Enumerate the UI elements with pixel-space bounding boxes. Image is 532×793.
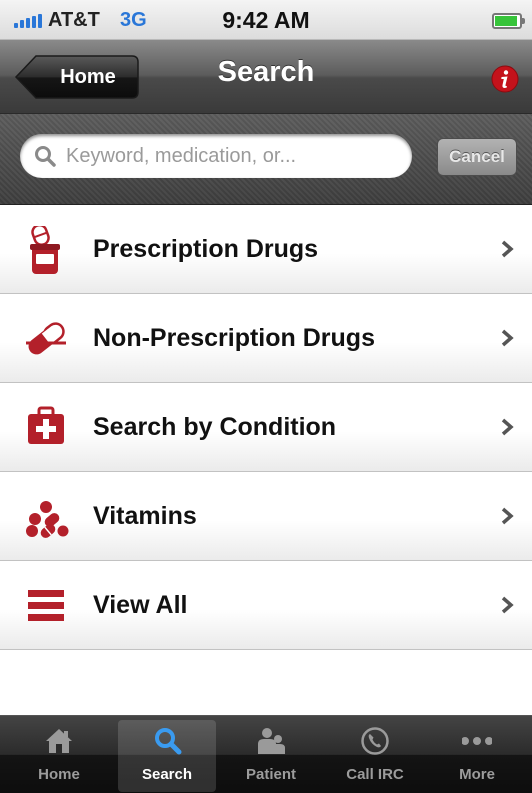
menu-item-label: Search by Condition [93,413,337,441]
tab-label: More [459,766,495,783]
cancel-button[interactable]: Cancel [437,138,517,176]
status-time: 9:42 AM [222,7,310,33]
chevron-right-icon [501,596,514,614]
menu-item-view-all[interactable]: View All [0,561,532,650]
menu-item-vitamins[interactable]: Vitamins [0,472,532,561]
tab-patient[interactable]: Patient [222,720,320,792]
navigation-bar: Home Search [0,40,532,114]
vitamins-icon [22,493,70,541]
chevron-right-icon [501,329,514,347]
menu-item-non-prescription-drugs[interactable]: Non-Prescription Drugs [0,294,532,383]
search-input[interactable] [66,139,402,173]
menu-item-label: View All [93,591,188,619]
page-title: Search [217,56,315,88]
list-icon [22,582,70,630]
tab-home[interactable]: Home [10,720,108,792]
first-aid-kit-icon [22,404,70,452]
pill-bottle-icon [22,223,70,274]
tab-search[interactable]: Search [118,720,216,792]
tab-label: Home [38,766,80,783]
capsule-icon [22,315,70,363]
tab-label: Call IRC [346,766,404,783]
tab-label: Patient [245,766,296,783]
info-icon[interactable] [490,64,520,94]
menu-item-label: Prescription Drugs [93,235,319,263]
more-dots-icon [462,737,492,745]
tab-label: Search [141,766,193,783]
tab-bar: Home Search Patient Call IRC More [0,715,532,793]
search-icon [155,728,182,755]
tab-call-irc[interactable]: Call IRC [326,720,424,792]
menu-item-prescription-drugs[interactable]: Prescription Drugs [0,205,532,294]
status-bar: AT&T 3G 9:42 AM [0,0,532,40]
tab-more[interactable]: More [428,720,526,792]
chevron-right-icon [501,507,514,525]
battery-icon [492,13,525,29]
search-bar: Cancel [0,114,532,205]
menu-item-label: Vitamins [93,502,197,530]
menu-item-label: Non-Prescription Drugs [93,324,375,352]
people-icon [258,728,285,754]
chevron-right-icon [501,418,514,436]
menu-item-search-by-condition[interactable]: Search by Condition [0,383,532,472]
search-field[interactable] [20,134,412,178]
chevron-right-icon [501,240,514,258]
magnifier-icon [35,146,56,167]
phone-icon [361,727,389,755]
house-icon [46,729,72,753]
